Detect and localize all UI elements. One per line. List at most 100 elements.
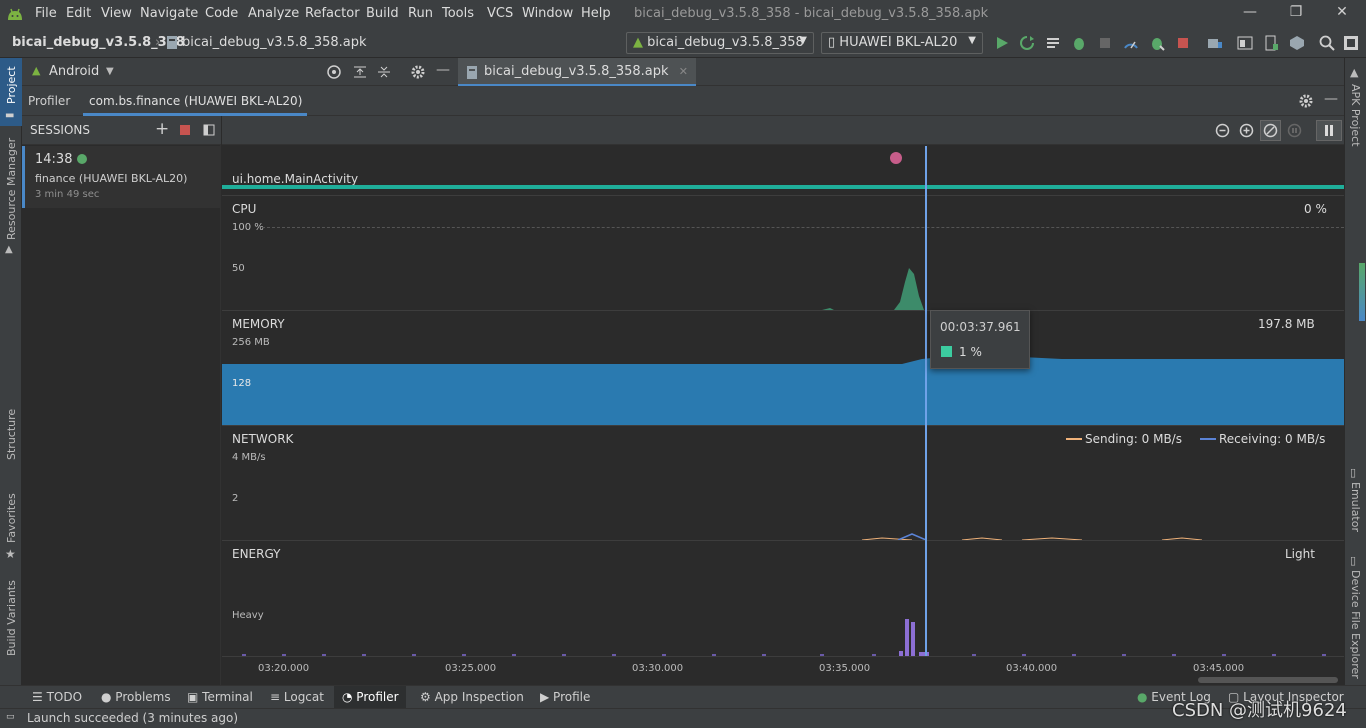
timeline-toolbar — [222, 116, 1344, 145]
collapse-sessions-icon[interactable] — [203, 124, 215, 136]
sdk-manager-icon[interactable] — [1288, 34, 1306, 52]
status-bar: ▭ Launch succeeded (3 minutes ago) — [0, 708, 1366, 728]
time-tick: 03:30.000 — [632, 663, 684, 674]
status-text: Launch succeeded (3 minutes ago) — [27, 711, 239, 725]
star-icon: ★ — [5, 547, 16, 561]
menu-tools[interactable]: Tools — [442, 6, 474, 21]
energy-chart[interactable] — [222, 541, 1344, 657]
hide-icon[interactable]: — — [1324, 91, 1338, 107]
cpu-chart[interactable] — [222, 196, 1344, 310]
window-title: bicai_debug_v3.5.8_358 - bicai_debug_v3.… — [634, 6, 989, 21]
tool-project[interactable]: Project — [5, 66, 18, 104]
menu-bar: File Edit View Navigate Code Analyze Ref… — [0, 0, 1366, 29]
apply-code-changes-icon[interactable] — [1044, 34, 1062, 52]
tool-app-inspection[interactable]: ⚙ App Inspection — [420, 690, 524, 704]
attach-to-live-icon[interactable] — [1287, 123, 1302, 138]
attach-process-icon[interactable] — [1148, 34, 1166, 52]
project-header-row: ▲ Android ▼ — bicai_debug_v3.5.8_358.apk… — [22, 58, 1344, 86]
tool-profiler[interactable]: ◔ Profiler — [342, 690, 399, 704]
hide-icon[interactable]: — — [436, 62, 450, 78]
tool-logcat[interactable]: ≡ Logcat — [270, 690, 324, 704]
locate-icon[interactable] — [326, 64, 342, 80]
menu-analyze[interactable]: Analyze — [248, 6, 299, 21]
tool-structure[interactable]: Structure — [5, 409, 18, 460]
search-icon[interactable] — [1318, 34, 1336, 52]
menu-vcs[interactable]: VCS — [487, 6, 513, 21]
profiler-timeline: ui.home.MainActivity CPU 0 % 100 % 50 ME… — [222, 116, 1344, 685]
menu-view[interactable]: View — [101, 6, 132, 21]
timeline-scrollbar[interactable] — [1198, 677, 1338, 683]
memory-area — [222, 357, 1344, 425]
apply-changes-icon[interactable] — [1018, 34, 1036, 52]
run-config-label: bicai_debug_v3.5.8_358 — [647, 35, 804, 50]
chevron-down-icon[interactable]: ▼ — [106, 66, 114, 77]
zoom-in-icon[interactable] — [1239, 123, 1254, 138]
attach-debugger-icon[interactable] — [1096, 34, 1114, 52]
device-dropdown[interactable]: ▯ HUAWEI BKL-AL20 ▼ — [821, 32, 983, 54]
time-tick: 03:45.000 — [1193, 663, 1245, 674]
device-manager-icon[interactable] — [1206, 34, 1224, 52]
tool-device-file-explorer[interactable]: Device File Explorer — [1349, 570, 1362, 679]
tab-close-icon[interactable]: ✕ — [679, 65, 688, 78]
sessions-label: SESSIONS — [30, 123, 91, 137]
layout-icon[interactable] — [1236, 34, 1254, 52]
memory-chart[interactable] — [222, 311, 1344, 425]
menu-refactor[interactable]: Refactor — [305, 6, 360, 21]
menu-code[interactable]: Code — [205, 6, 238, 21]
run-config-dropdown[interactable]: ▲ bicai_debug_v3.5.8_358 ▼ — [626, 32, 814, 54]
stop-session-icon[interactable] — [180, 125, 190, 135]
app-inspection-icon: ⚙ — [420, 690, 435, 704]
tool-todo[interactable]: ☰ TODO — [32, 690, 82, 704]
tool-problems[interactable]: ● Problems — [101, 690, 171, 704]
terminal-icon: ▣ — [187, 690, 203, 704]
reset-zoom-icon[interactable] — [1260, 120, 1281, 141]
tool-emulator[interactable]: Emulator — [1349, 482, 1362, 532]
tool-resource-manager[interactable]: Resource Manager — [5, 138, 18, 240]
activity-label[interactable]: ui.home.MainActivity — [232, 172, 358, 186]
menu-window[interactable]: Window — [522, 6, 573, 21]
timeline-cursor[interactable] — [925, 146, 927, 656]
avd-manager-icon[interactable] — [1262, 34, 1280, 52]
activity-bar[interactable] — [222, 185, 1344, 189]
network-chart[interactable] — [222, 426, 1344, 540]
menu-run[interactable]: Run — [408, 6, 433, 21]
account-icon[interactable] — [1342, 34, 1360, 52]
session-item[interactable]: 14:38 finance (HUAWEI BKL-AL20) 3 min 49… — [22, 146, 221, 208]
run-icon[interactable] — [993, 34, 1011, 52]
menu-file[interactable]: File — [35, 6, 57, 21]
menu-navigate[interactable]: Navigate — [140, 6, 198, 21]
device-label: HUAWEI BKL-AL20 — [839, 35, 958, 50]
stop-icon[interactable] — [1174, 34, 1192, 52]
tool-apk-project[interactable]: APK Project — [1349, 84, 1362, 147]
tab-process[interactable]: com.bs.finance (HUAWEI BKL-AL20) — [89, 94, 302, 108]
tab-profiler[interactable]: Profiler — [28, 94, 70, 108]
project-view-selector[interactable]: Android — [49, 64, 99, 79]
editor-tab-apk[interactable]: bicai_debug_v3.5.8_358.apk ✕ — [458, 58, 696, 86]
pause-icon[interactable] — [1316, 120, 1342, 141]
tool-favorites[interactable]: Favorites — [5, 493, 18, 543]
add-session-icon[interactable]: + — [155, 119, 169, 139]
menu-edit[interactable]: Edit — [66, 6, 91, 21]
settings-gear-icon[interactable] — [1298, 93, 1314, 109]
tool-profile[interactable]: ▶ Profile — [540, 690, 590, 704]
debug-icon[interactable] — [1070, 34, 1088, 52]
tool-terminal[interactable]: ▣ Terminal — [187, 690, 253, 704]
profile-icon[interactable] — [1122, 34, 1140, 52]
touch-event-marker[interactable] — [890, 152, 902, 164]
bottom-tool-bar: ☰ TODO ● Problems ▣ Terminal ≡ Logcat ◔ … — [0, 685, 1366, 709]
close-icon[interactable]: ✕ — [1332, 4, 1352, 24]
breadcrumb-file[interactable]: bicai_debug_v3.5.8_358.apk — [182, 35, 367, 50]
tool-build-variants[interactable]: Build Variants — [5, 580, 18, 656]
watermark: CSDN @测试机9624 — [1172, 700, 1347, 721]
collapse-all-icon[interactable] — [376, 64, 392, 80]
menu-build[interactable]: Build — [366, 6, 399, 21]
menu-help[interactable]: Help — [581, 6, 611, 21]
minimize-icon[interactable]: — — [1240, 4, 1260, 24]
maximize-icon[interactable]: ❐ — [1286, 4, 1306, 24]
apk-file-icon — [167, 36, 177, 49]
zoom-out-icon[interactable] — [1215, 123, 1230, 138]
expand-all-icon[interactable] — [352, 64, 368, 80]
settings-gear-icon[interactable] — [410, 64, 426, 80]
session-time: 14:38 — [35, 152, 73, 167]
emulator-icon: ▯ — [1350, 466, 1357, 479]
